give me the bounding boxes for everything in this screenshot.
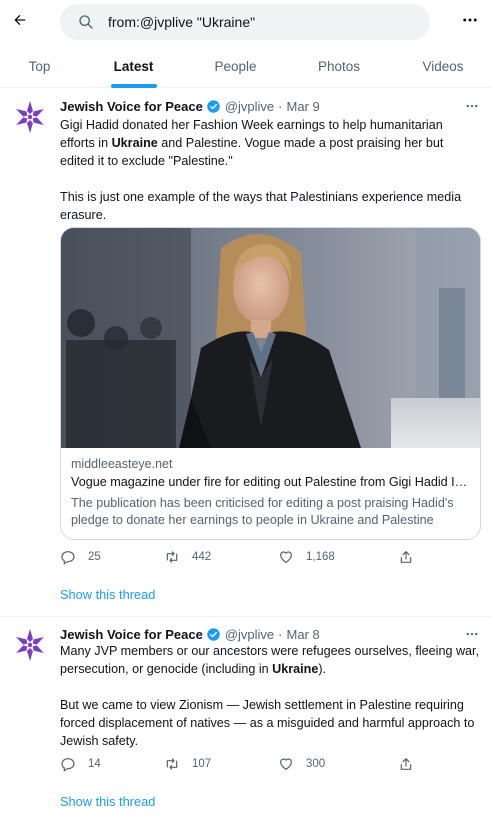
author-handle[interactable]: @jvplive	[225, 627, 274, 642]
retweet-count: 442	[192, 551, 212, 563]
separator-dot: ·	[278, 626, 283, 642]
tab-photos[interactable]: Photos	[283, 44, 395, 88]
tweet-header: Jewish Voice for Peace @jvplive · Mar 8	[60, 625, 320, 643]
back-button[interactable]	[6, 6, 34, 34]
tweet-actions: 25 442 1,168	[60, 549, 480, 569]
tab-videos[interactable]: Videos	[395, 44, 491, 88]
reply-button[interactable]: 14	[60, 756, 101, 772]
card-domain: middleeasteye.net	[71, 457, 173, 471]
retweet-button[interactable]: 107	[164, 756, 211, 772]
tab-people[interactable]: People	[188, 44, 283, 88]
retweet-count: 107	[192, 758, 212, 770]
card-image	[61, 228, 480, 448]
show-thread-link[interactable]: Show this thread	[60, 587, 155, 602]
verified-icon	[207, 99, 220, 113]
author-name[interactable]: Jewish Voice for Peace	[60, 99, 203, 114]
show-thread-link[interactable]: Show this thread	[60, 794, 155, 809]
tweet[interactable]: Jewish Voice for Peace @jvplive · Mar 8 …	[0, 617, 491, 818]
tweet-more-button[interactable]	[462, 625, 482, 643]
search-input[interactable]	[108, 14, 408, 30]
tab-latest[interactable]: Latest	[79, 44, 188, 88]
more-icon	[466, 632, 478, 636]
card-photo-graphic	[61, 228, 480, 448]
tweet-header: Jewish Voice for Peace @jvplive · Mar 9	[60, 97, 320, 115]
card-headline: Vogue magazine under fire for editing ou…	[71, 475, 470, 489]
tab-top[interactable]: Top	[0, 44, 79, 88]
more-icon	[463, 18, 477, 22]
text-span: Many JVP members or our ancestors were r…	[60, 644, 480, 676]
reply-count: 25	[88, 551, 101, 563]
tweet-paragraph: Gigi Hadid donated her Fashion Week earn…	[60, 116, 480, 170]
more-options-button[interactable]	[458, 8, 482, 32]
tweet[interactable]: Jewish Voice for Peace @jvplive · Mar 9 …	[0, 89, 491, 616]
highlight-keyword: Ukraine	[272, 662, 319, 676]
active-tab-indicator	[111, 84, 157, 88]
back-arrow-icon	[14, 14, 26, 26]
link-card[interactable]: middleeasteye.net Vogue magazine under f…	[60, 227, 481, 540]
card-meta: middleeasteye.net Vogue magazine under f…	[61, 448, 480, 539]
like-icon	[280, 551, 292, 563]
search-tabs: Top Latest People Photos Videos	[0, 44, 491, 88]
like-icon	[280, 758, 292, 770]
tweet-date[interactable]: Mar 9	[287, 99, 320, 114]
verified-icon	[207, 627, 220, 641]
tweet-more-button[interactable]	[462, 97, 482, 115]
text-span: ).	[318, 662, 327, 676]
top-bar	[0, 0, 491, 44]
tweet-date[interactable]: Mar 8	[287, 627, 320, 642]
tweet-text: Gigi Hadid donated her Fashion Week earn…	[60, 116, 480, 224]
share-icon	[400, 758, 412, 770]
like-count: 300	[306, 758, 326, 770]
share-button[interactable]	[398, 549, 414, 565]
like-count: 1,168	[306, 551, 335, 563]
reply-count: 14	[88, 758, 101, 770]
reply-icon	[61, 758, 75, 772]
more-icon	[466, 104, 478, 108]
tweet-actions: 14 107 300	[60, 756, 480, 776]
tweet-paragraph: This is just one example of the ways tha…	[60, 190, 462, 222]
retweet-icon	[166, 551, 178, 563]
like-button[interactable]: 1,168	[278, 549, 335, 565]
retweet-button[interactable]: 442	[164, 549, 211, 565]
search-bar[interactable]	[60, 4, 430, 40]
card-description: The publication has been criticised for …	[71, 496, 454, 527]
avatar[interactable]	[12, 99, 48, 135]
author-name[interactable]: Jewish Voice for Peace	[60, 627, 203, 642]
retweet-icon	[166, 758, 178, 770]
avatar[interactable]	[12, 627, 48, 663]
like-button[interactable]: 300	[278, 756, 325, 772]
tweet-text: Many JVP members or our ancestors were r…	[60, 642, 480, 750]
search-icon	[79, 15, 93, 29]
highlight-keyword: Ukraine	[111, 136, 158, 150]
share-icon	[400, 551, 412, 563]
share-button[interactable]	[398, 756, 414, 772]
tweet-paragraph: Many JVP members or our ancestors were r…	[60, 642, 480, 678]
tweet-paragraph: But we came to view Zionism — Jewish set…	[60, 698, 475, 748]
author-handle[interactable]: @jvplive	[225, 99, 274, 114]
separator-dot: ·	[278, 98, 283, 114]
reply-button[interactable]: 25	[60, 549, 101, 565]
reply-icon	[61, 551, 75, 565]
